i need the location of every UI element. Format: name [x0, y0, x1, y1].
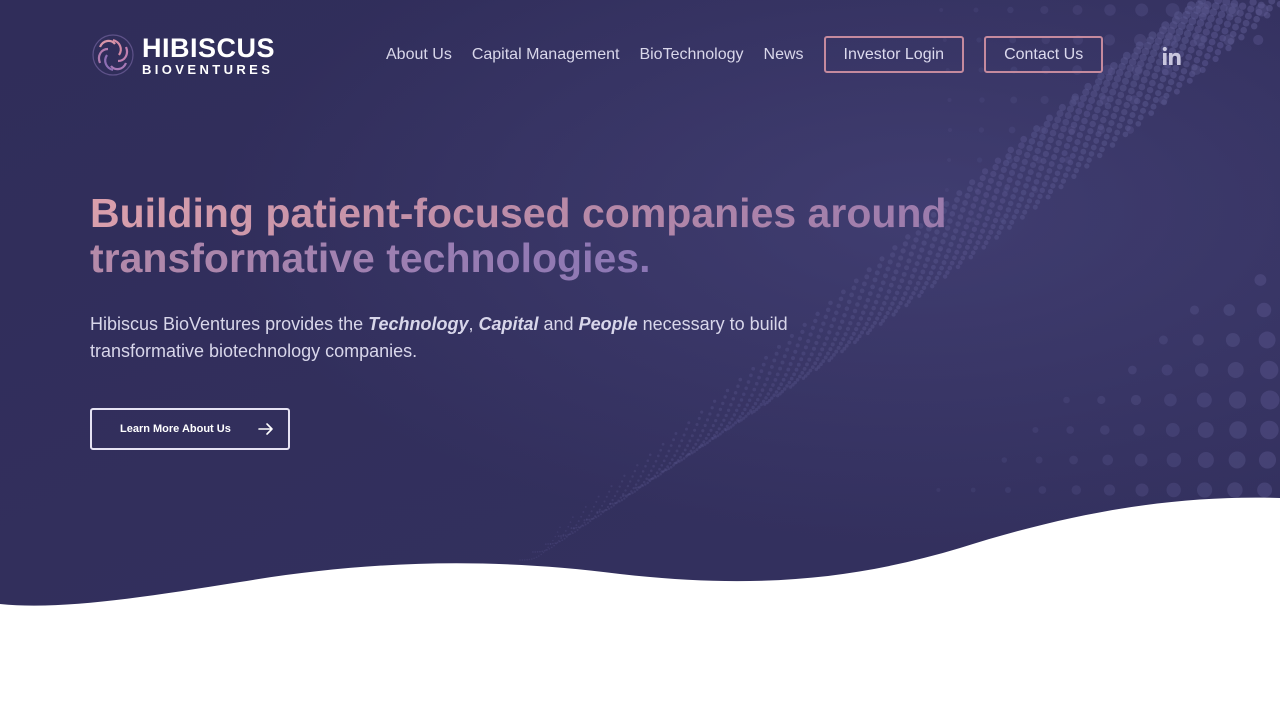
learn-more-label: Learn More About Us [120, 423, 231, 435]
hero-description-people: People [578, 314, 638, 334]
hero-description-prefix: Hibiscus BioVentures provides the [90, 314, 369, 334]
hero-description-and: and [538, 314, 579, 334]
brand-logo[interactable]: HIBISCUS BIOVENTURES [90, 32, 290, 78]
hero-section: HIBISCUS BIOVENTURES About Us Capital Ma… [0, 0, 1280, 720]
brand-subname: BIOVENTURES [142, 61, 274, 77]
hero-description-technology: Technology [368, 314, 469, 334]
hero-description-capital: Capital [478, 314, 539, 334]
contact-us-button[interactable]: Contact Us [984, 36, 1104, 73]
learn-more-button[interactable]: Learn More About Us [90, 408, 290, 450]
linkedin-icon[interactable] [1162, 46, 1182, 66]
nav-capital-management[interactable]: Capital Management [462, 46, 630, 64]
hero-headline-line2: transformative technologies. [90, 235, 651, 281]
page: HIBISCUS BIOVENTURES About Us Capital Ma… [0, 0, 1280, 720]
investor-login-button[interactable]: Investor Login [823, 36, 965, 73]
nav-biotechnology[interactable]: BioTechnology [629, 46, 753, 64]
hero-headline: Building patient-focused companies aroun… [90, 191, 990, 281]
main-nav: About Us Capital Management BioTechnolog… [376, 36, 1104, 73]
arrow-right-icon [258, 423, 273, 435]
hero-description: Hibiscus BioVentures provides the Techno… [90, 311, 850, 365]
nav-news[interactable]: News [754, 46, 814, 64]
hibiscus-flower-icon [92, 34, 134, 76]
hero-description-comma: , [468, 314, 479, 334]
nav-about-us[interactable]: About Us [376, 46, 462, 64]
hero-headline-line1: Building patient-focused companies aroun… [90, 190, 947, 236]
brand-name: HIBISCUS [142, 32, 276, 63]
site-header: HIBISCUS BIOVENTURES About Us Capital Ma… [0, 0, 1280, 110]
